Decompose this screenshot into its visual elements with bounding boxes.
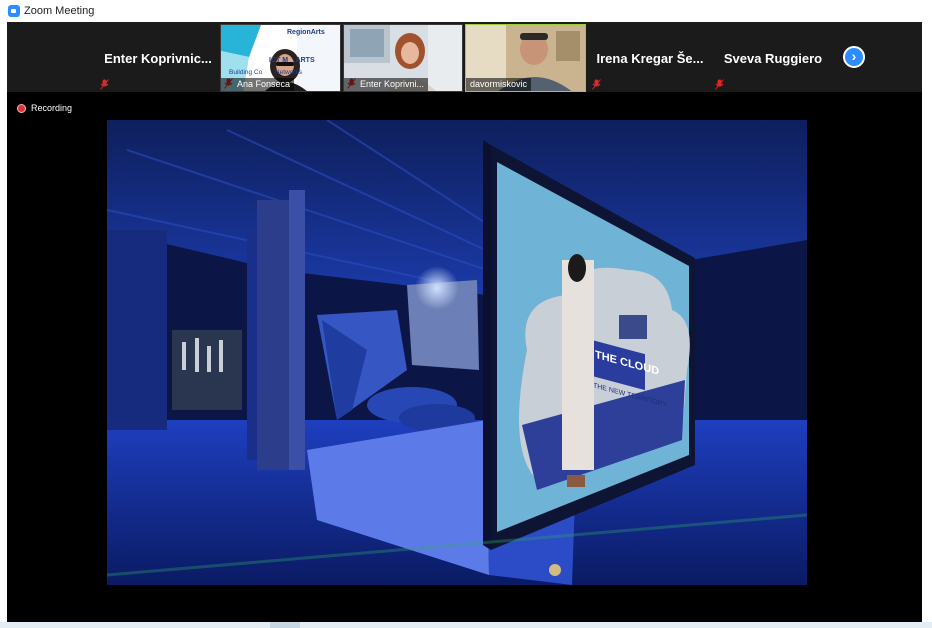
participant-name: Enter Koprivnic...: [104, 50, 212, 66]
taskbar-strip: [0, 622, 932, 628]
participant-label: davormiskovic: [466, 78, 532, 91]
participant-video-enter[interactable]: Enter Koprivni...: [343, 24, 463, 92]
zoom-icon: [8, 5, 20, 17]
recording-label: Recording: [31, 103, 73, 113]
participant-tile[interactable]: Sveva Ruggiero: [712, 24, 834, 92]
shared-screen: THE CLOUD THE NEW TERRITORY: [42, 92, 887, 622]
participant-label: Ana Fonseca: [221, 78, 295, 91]
recording-indicator: Recording: [17, 103, 72, 113]
banner-text-line2: Building Co Networks: [229, 69, 302, 76]
taskbar-segment: [270, 622, 300, 628]
mic-muted-icon: [715, 79, 724, 90]
participant-tile[interactable]: Irena Kregar Še...: [589, 24, 711, 92]
meeting-area: Enter Koprivnic... RegionArts ICT M ARTS: [7, 22, 922, 622]
participant-video-ana[interactable]: RegionArts ICT M ARTS Building Co Networ…: [220, 24, 341, 92]
record-dot-icon: [17, 103, 26, 113]
region-arts-logo-text: RegionArts: [287, 29, 325, 36]
chevron-right-icon: ›: [851, 48, 857, 64]
window-title: Zoom Meeting: [24, 5, 95, 17]
mic-muted-icon: [100, 79, 109, 90]
next-page-button[interactable]: ›: [843, 46, 865, 68]
mic-muted-icon: [592, 79, 601, 90]
gallery-strip: Enter Koprivnic... RegionArts ICT M ARTS: [7, 22, 922, 92]
title-bar: Zoom Meeting: [0, 0, 932, 22]
shared-image: THE CLOUD THE NEW TERRITORY: [107, 120, 807, 585]
gallery-installation-photo: THE CLOUD THE NEW TERRITORY: [107, 120, 807, 585]
participant-label: Enter Koprivni...: [344, 78, 429, 91]
participant-tile[interactable]: Enter Koprivnic...: [97, 24, 219, 92]
participant-video-davor[interactable]: davormiskovic: [465, 24, 586, 92]
participant-name: Sveva Ruggiero: [723, 50, 823, 66]
participant-name: Irena Kregar Še...: [596, 50, 704, 66]
banner-text-line1: ICT M ARTS: [269, 57, 315, 64]
